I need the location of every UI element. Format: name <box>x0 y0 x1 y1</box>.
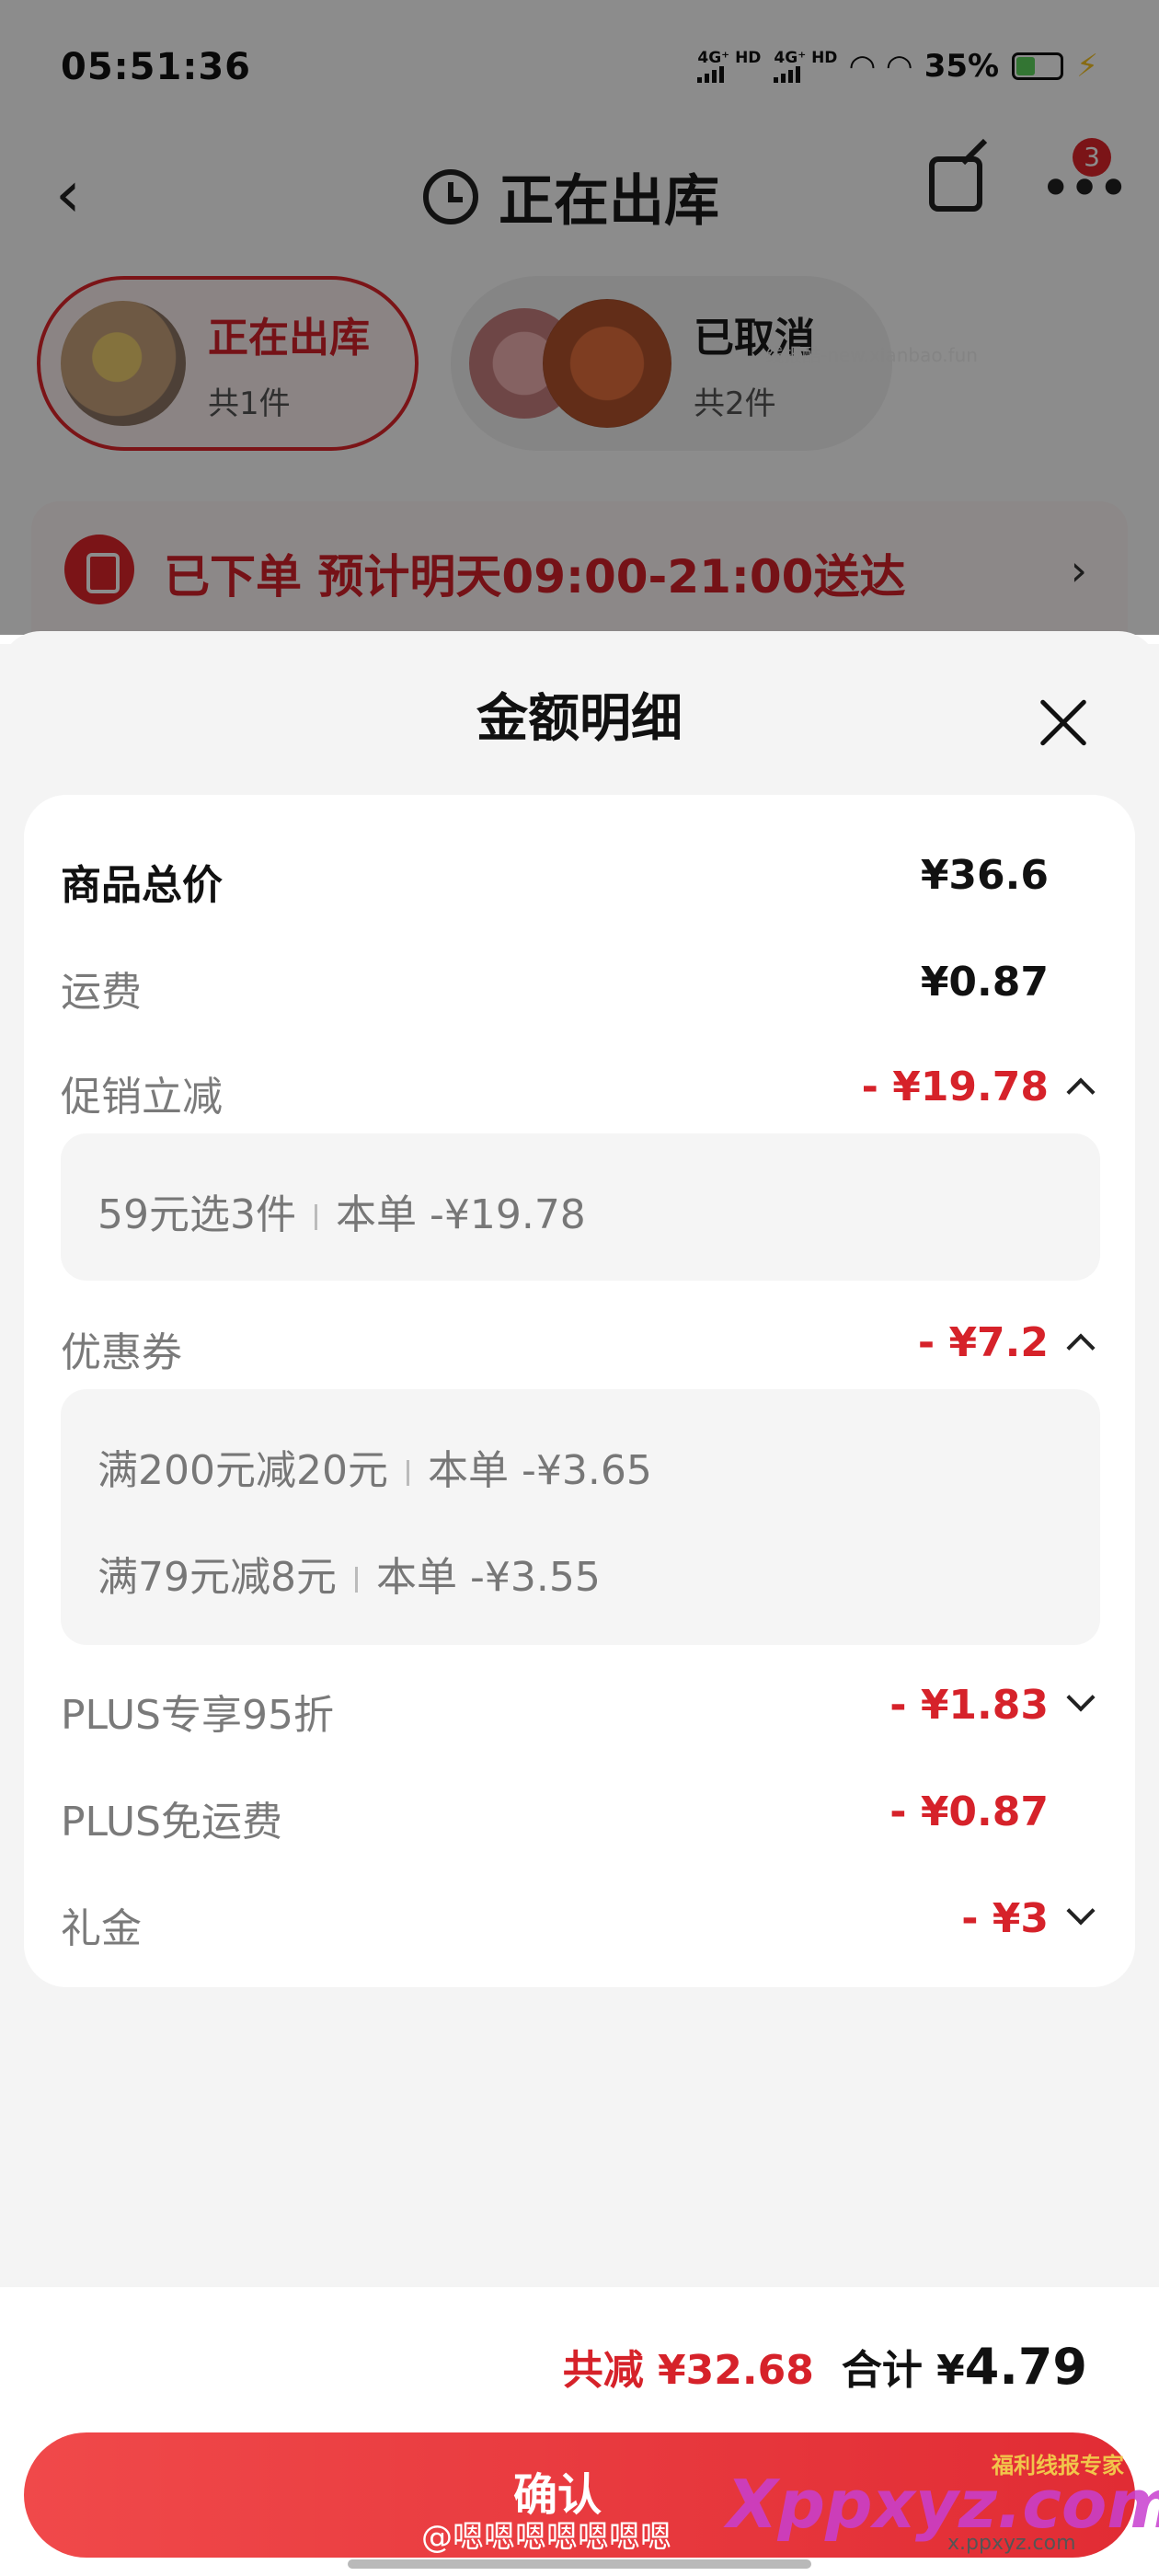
coupon-detail-line: 满79元减8元 本单 -¥3.55 <box>98 1544 601 1603</box>
coupon-amount: 本单 -¥3.55 <box>375 1554 601 1601</box>
promotion-detail-line: 59元选3件 本单 -¥19.78 <box>98 1181 586 1240</box>
chevron-up-icon[interactable] <box>1066 1333 1096 1363</box>
coupon-name: 满200元减20元 <box>98 1447 388 1494</box>
total-value: 4.79 <box>964 2338 1087 2396</box>
amount-row-shipping: 运费 ¥0.87 <box>61 949 1124 1016</box>
amount-row-promotion[interactable]: 促销立减 - ¥19.78 <box>61 1054 1124 1121</box>
chevron-down-icon[interactable] <box>1066 1683 1096 1712</box>
coupon-amount: 本单 -¥3.65 <box>427 1447 652 1494</box>
coupon-detail-line: 满200元减20元 本单 -¥3.65 <box>98 1437 652 1496</box>
amount-value: - ¥3 <box>961 1895 1049 1942</box>
divider <box>354 1567 358 1593</box>
grand-total: 合计 ¥4.79 <box>842 2337 1087 2396</box>
amount-label: 运费 <box>61 969 142 1016</box>
amount-value: - ¥0.87 <box>889 1788 1049 1835</box>
home-indicator[interactable] <box>348 2559 811 2569</box>
brand-watermark-tagline: 福利线报专家 <box>992 2453 1124 2478</box>
amount-value: ¥0.87 <box>920 959 1049 1006</box>
amount-label: 商品总价 <box>61 862 223 909</box>
divider <box>314 1204 317 1230</box>
coupon-detail-box: 满200元减20元 本单 -¥3.65 满79元减8元 本单 -¥3.55 <box>61 1389 1100 1645</box>
promotion-detail-box: 59元选3件 本单 -¥19.78 <box>61 1133 1100 1281</box>
price-summary: 共减 ¥32.68 合计 ¥4.79 <box>563 2337 1087 2396</box>
amount-card: 商品总价 ¥36.6 运费 ¥0.87 促销立减 - ¥19.78 59元选3件… <box>24 795 1135 1987</box>
close-icon[interactable] <box>1038 697 1089 749</box>
amount-label: 促销立减 <box>61 1074 223 1121</box>
amount-label: PLUS免运费 <box>61 1799 282 1846</box>
amount-row-plus-free-shipping: PLUS免运费 - ¥0.87 <box>61 1779 1124 1846</box>
amount-value: - ¥1.83 <box>889 1682 1049 1729</box>
brand-watermark-url: x.ppxyz.com <box>947 2532 1076 2555</box>
amount-label: 优惠券 <box>61 1329 182 1376</box>
chevron-down-icon[interactable] <box>1066 1896 1096 1926</box>
amount-row-coupon[interactable]: 优惠券 - ¥7.2 <box>61 1310 1124 1376</box>
total-saved: 共减 ¥32.68 <box>562 2347 814 2394</box>
promotion-name: 59元选3件 <box>98 1191 296 1238</box>
amount-label: PLUS专享95折 <box>61 1692 334 1739</box>
amount-value: - ¥19.78 <box>861 1064 1049 1110</box>
amount-value: - ¥7.2 <box>917 1319 1049 1366</box>
amount-label: 礼金 <box>61 1905 142 1952</box>
amount-row-plus-discount[interactable]: PLUS专享95折 - ¥1.83 <box>61 1673 1124 1739</box>
amount-value: ¥36.6 <box>920 852 1049 899</box>
total-label: 合计 ¥ <box>841 2347 965 2394</box>
amount-row-goods-total: 商品总价 ¥36.6 <box>61 843 1124 909</box>
sheet-title: 金额明细 <box>476 689 683 749</box>
chevron-up-icon[interactable] <box>1066 1077 1096 1107</box>
coupon-name: 满79元减8元 <box>98 1554 337 1601</box>
amount-detail-sheet: 金额明细 商品总价 ¥36.6 运费 ¥0.87 促销立减 - ¥19.78 5… <box>0 631 1159 2576</box>
promotion-amount: 本单 -¥19.78 <box>335 1191 586 1238</box>
modal-overlay[interactable] <box>0 0 1159 635</box>
weibo-credit: @嗯嗯嗯嗯嗯嗯嗯 <box>421 2519 671 2556</box>
divider <box>406 1460 409 1486</box>
amount-row-gift-money[interactable]: 礼金 - ¥3 <box>61 1886 1124 1952</box>
